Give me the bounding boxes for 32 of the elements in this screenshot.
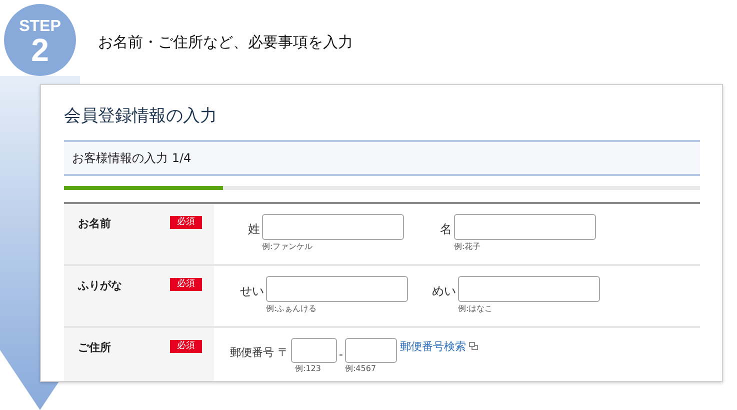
- section-title: お客様情報の入力 1/4: [72, 150, 192, 167]
- hint-text: 例:ファンケル: [262, 241, 314, 253]
- required-badge: 必須: [170, 216, 202, 229]
- hint-text: 例:花子: [454, 241, 482, 253]
- input-field[interactable]: [291, 338, 337, 363]
- required-badge: 必須: [170, 340, 202, 353]
- row-label: お名前: [78, 216, 111, 232]
- field-label: 郵便番号: [230, 345, 274, 361]
- row-label: ふりがな: [78, 278, 122, 294]
- hint-text: 例:4567: [344, 363, 378, 375]
- input-field[interactable]: [458, 276, 600, 302]
- form-title: 会員登録情報の入力: [64, 105, 218, 128]
- postal-search-link[interactable]: 郵便番号検索: [400, 339, 466, 356]
- step-number: 2: [31, 35, 49, 65]
- field-label: 姓: [247, 221, 260, 238]
- field-label: めい: [431, 283, 456, 300]
- field-label: せい: [240, 283, 264, 300]
- row-label: ご住所: [78, 340, 111, 356]
- external-window-icon: [468, 342, 478, 350]
- required-badge: 必須: [170, 278, 202, 291]
- step-heading: お名前・ご住所など、必要事項を入力: [98, 32, 354, 53]
- input-field[interactable]: [262, 214, 404, 240]
- step-label: STEP: [19, 19, 61, 35]
- input-field[interactable]: [344, 338, 397, 363]
- hint-text: 例:ふぁんける: [266, 303, 318, 315]
- hint-text: 例:123: [295, 363, 322, 375]
- input-field[interactable]: [266, 276, 408, 302]
- hint-text: 例:はなこ: [458, 303, 494, 315]
- field-label: 名: [439, 221, 452, 238]
- postal-mark: 〒: [278, 345, 289, 361]
- input-field[interactable]: [454, 214, 596, 240]
- separator: -: [339, 347, 343, 363]
